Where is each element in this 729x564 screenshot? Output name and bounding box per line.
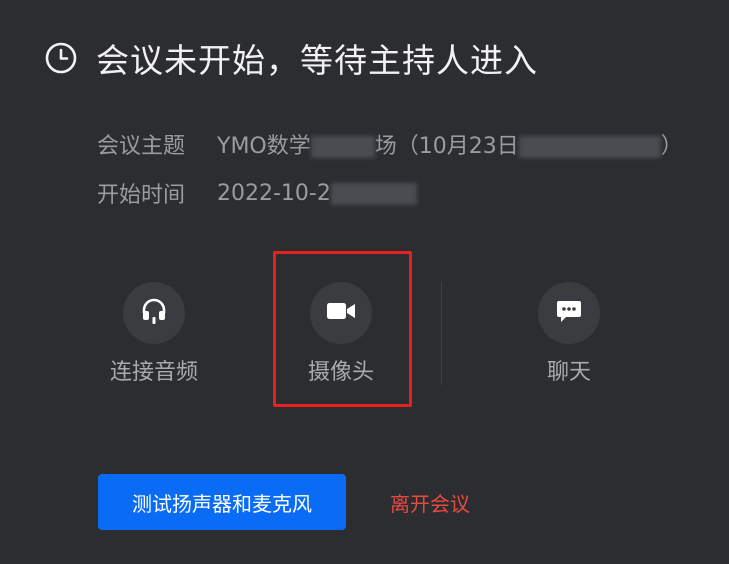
headset-icon [139, 296, 169, 330]
camera-highlight-box [273, 251, 412, 407]
page-header: 会议未开始，等待主持人进入 [44, 34, 538, 82]
meeting-topic-row: 会议主题 YMO数学 场（10月23日） [97, 128, 683, 160]
controls-divider [441, 282, 442, 385]
connect-audio-label: 连接音频 [109, 360, 198, 385]
meeting-start-value: 2022-10-2 [217, 181, 417, 206]
redacted-text [310, 136, 375, 158]
chat-label: 聊天 [546, 360, 591, 385]
page-title: 会议未开始，等待主持人进入 [96, 41, 538, 80]
audio-circle[interactable] [123, 282, 185, 344]
connect-audio-button[interactable]: 连接音频 [89, 282, 219, 386]
meeting-start-row: 开始时间 2022-10-2 [97, 177, 417, 209]
meeting-start-label: 开始时间 [97, 183, 186, 208]
test-speaker-mic-button[interactable]: 测试扬声器和麦克风 [98, 474, 346, 530]
chat-circle[interactable] [538, 282, 600, 344]
chat-bubble-icon [555, 297, 583, 329]
meeting-topic-value: YMO数学 场（10月23日） [217, 134, 683, 159]
leave-meeting-button[interactable]: 离开会议 [390, 474, 470, 530]
chat-button[interactable]: 聊天 [504, 282, 634, 386]
meeting-topic-label: 会议主题 [97, 134, 186, 159]
redacted-text [518, 136, 661, 158]
clock-icon [44, 41, 78, 75]
redacted-text [330, 182, 417, 205]
